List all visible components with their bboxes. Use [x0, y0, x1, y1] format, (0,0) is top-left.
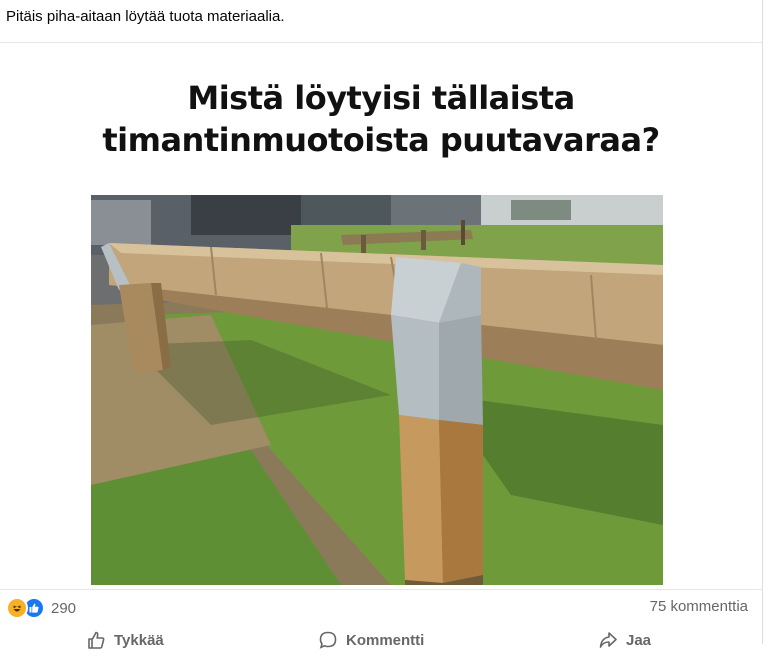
- comment-count-link[interactable]: 75 kommenttia: [650, 598, 748, 615]
- divider: [0, 589, 763, 590]
- image-headline: Mistä löytyisi tällaista timantinmuotois…: [0, 77, 762, 161]
- share-label: Jaa: [626, 631, 652, 649]
- share-icon: [599, 632, 617, 648]
- scroll-edge: [762, 0, 763, 644]
- post-image[interactable]: Mistä löytyisi tällaista timantinmuotois…: [0, 43, 762, 589]
- comment-button[interactable]: Kommentti: [318, 630, 424, 650]
- comment-icon: [319, 631, 337, 649]
- share-button[interactable]: Jaa: [598, 630, 651, 650]
- post-text: Pitäis piha-aitaan löytää tuota materiaa…: [6, 8, 285, 25]
- like-button[interactable]: Tykkää: [86, 630, 164, 650]
- reaction-count: 290: [51, 599, 77, 617]
- headline-line-2: timantinmuotoista puutavaraa?: [102, 121, 660, 159]
- action-bar: Tykkää Kommentti Jaa: [0, 626, 762, 656]
- fence-photo: [91, 195, 663, 585]
- headline-line-1: Mistä löytyisi tällaista: [187, 79, 575, 117]
- thumbs-up-icon: [88, 631, 105, 649]
- fence-photo-drawing: [91, 195, 663, 585]
- comment-label: Kommentti: [346, 631, 425, 649]
- haha-icon: [6, 597, 28, 619]
- reactions-summary[interactable]: 290: [6, 597, 76, 619]
- like-label: Tykkää: [114, 631, 164, 649]
